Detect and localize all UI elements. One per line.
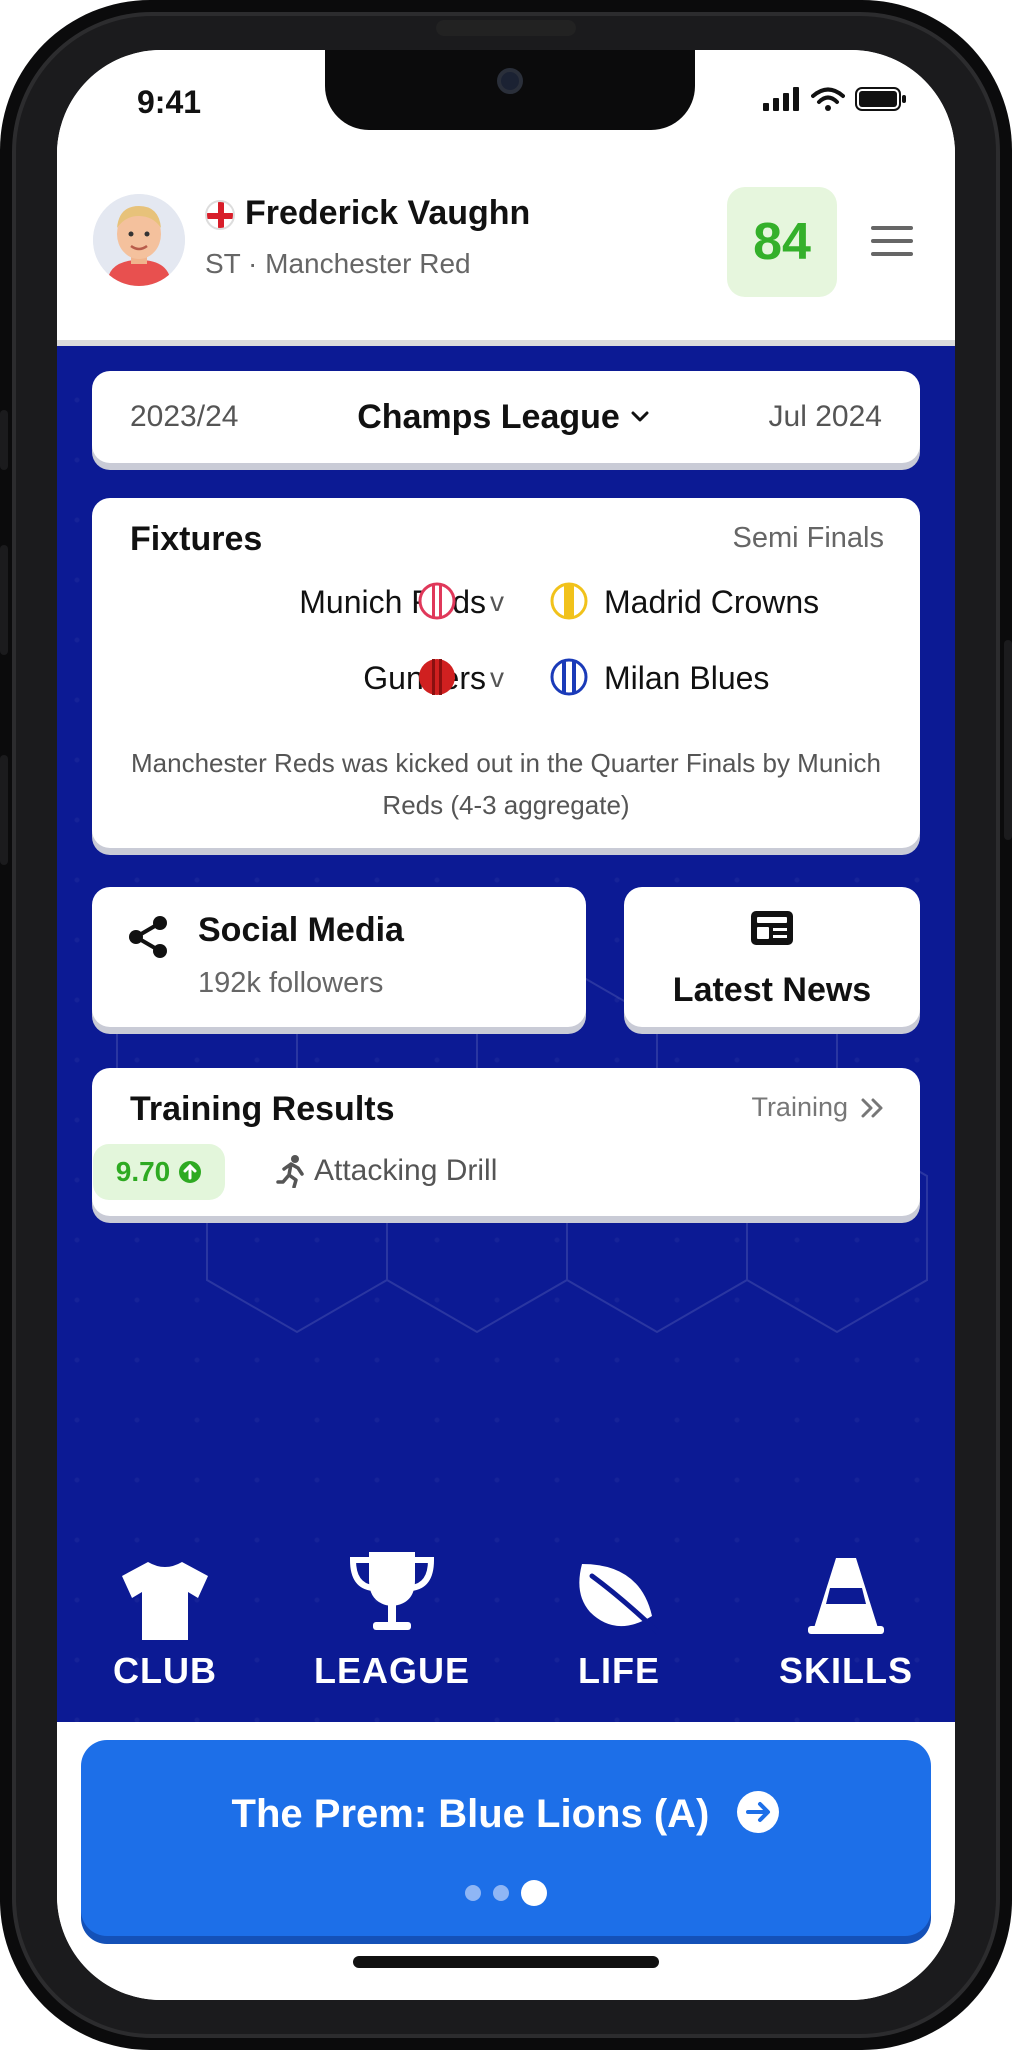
fixture-home-team: Munich Reds	[299, 584, 486, 620]
latest-news-title: Latest News	[672, 971, 872, 1009]
app-screen: 9:41 Frederick Vaughn ST · Manchester Re…	[57, 50, 955, 2000]
carousel-dot[interactable]	[493, 1885, 509, 1901]
training-link-label: Training	[751, 1092, 848, 1122]
nav-skills-label: SKILLS	[778, 1650, 913, 1691]
arrow-up-icon	[179, 1161, 202, 1183]
fixture-away-team: Madrid Crowns	[604, 584, 820, 620]
england-flag-icon	[205, 200, 235, 230]
cone-icon	[808, 1558, 884, 1634]
date-label: Jul 2024	[768, 400, 882, 433]
status-time: 9:41	[137, 84, 202, 120]
carousel-dot[interactable]	[465, 1885, 481, 1901]
nav-club[interactable]: CLUB	[65, 1540, 265, 1700]
front-camera	[497, 68, 523, 94]
fixture-row: Munich Reds v Madrid Crowns	[92, 578, 920, 628]
player-avatar-icon	[93, 194, 185, 286]
fixtures-stage: Semi Finals	[732, 522, 885, 554]
nav-league[interactable]: LEAGUE	[292, 1540, 492, 1700]
running-figure-icon	[276, 1155, 304, 1188]
drill-name: Attacking Drill	[314, 1154, 498, 1187]
madrid-crowns-crest-icon	[550, 582, 588, 620]
overall-rating-badge: 84	[727, 187, 837, 297]
nav-skills[interactable]: SKILLS	[746, 1540, 946, 1700]
earpiece-speaker	[436, 20, 576, 36]
fixture-row: Gunners v Milan Blues	[92, 654, 920, 704]
training-score-badge: 9.70	[93, 1144, 225, 1200]
home-indicator[interactable]	[353, 1956, 659, 1968]
nav-league-label: LEAGUE	[313, 1650, 470, 1691]
camera-notch	[325, 50, 695, 130]
munich-reds-crest-icon	[418, 582, 456, 620]
training-link[interactable]: Training	[751, 1092, 884, 1123]
newspaper-icon	[751, 911, 793, 945]
avatar[interactable]	[93, 194, 185, 286]
competition-label: Champs League	[357, 397, 620, 436]
milan-blues-crest-icon	[550, 658, 588, 696]
chevron-down-icon	[631, 411, 649, 422]
nav-life[interactable]: LIFE	[519, 1540, 719, 1700]
social-media-title: Social Media	[198, 911, 404, 949]
fixture-away-team: Milan Blues	[604, 660, 770, 696]
double-chevron-right-icon	[861, 1098, 883, 1117]
volume-down-button	[0, 755, 8, 865]
drill-info: Attacking Drill	[276, 1154, 497, 1188]
profile-header: 9:41 Frederick Vaughn ST · Manchester Re…	[57, 50, 955, 340]
training-results-title: Training Results	[130, 1090, 395, 1128]
season-label: 2023/24	[130, 400, 239, 433]
power-button	[1004, 640, 1012, 840]
silent-switch	[0, 410, 8, 470]
battery-icon	[855, 87, 906, 111]
player-position-club: ST · Manchester Red	[205, 248, 471, 279]
fixture-versus: v	[490, 586, 504, 617]
signal-icon	[763, 87, 799, 111]
next-match-label: The Prem: Blue Lions (A)	[231, 1792, 710, 1836]
fixtures-title: Fixtures	[130, 520, 263, 558]
nav-club-label: CLUB	[113, 1650, 217, 1691]
competition-dropdown[interactable]: Champs League	[357, 398, 650, 437]
nav-life-label: LIFE	[578, 1650, 660, 1691]
next-match-row: The Prem: Blue Lions (A)	[81, 1791, 931, 1837]
training-score: 9.70	[115, 1156, 171, 1187]
shirt-icon	[122, 1562, 208, 1640]
fixture-versus: v	[490, 662, 504, 693]
next-match-banner[interactable]: The Prem: Blue Lions (A)	[81, 1740, 931, 1936]
volume-up-button	[0, 545, 8, 655]
player-name: Frederick Vaughn	[245, 194, 531, 232]
fixtures-card[interactable]: Fixtures Semi Finals Munich Reds v Madri…	[92, 498, 920, 848]
status-icons	[763, 86, 907, 112]
leaf-icon	[579, 1564, 662, 1637]
carousel-dot-active[interactable]	[521, 1880, 547, 1906]
hamburger-menu-icon[interactable]	[871, 226, 913, 256]
gunners-crest-icon	[418, 658, 456, 696]
knockout-note: Manchester Reds was kicked out in the Qu…	[130, 748, 881, 820]
social-media-card[interactable]: Social Media 192k followers	[92, 887, 586, 1027]
wifi-icon	[811, 87, 845, 111]
carousel-dots	[81, 1880, 931, 1906]
season-bar: 2023/24 Champs League Jul 2024	[92, 371, 920, 463]
followers-count: 192k followers	[198, 967, 384, 999]
latest-news-card[interactable]: Latest News	[624, 887, 920, 1027]
phone-frame: 9:41 Frederick Vaughn ST · Manchester Re…	[0, 0, 1012, 2050]
arrow-right-circle-icon	[737, 1791, 780, 1834]
share-icon	[129, 916, 167, 958]
trophy-icon	[349, 1552, 435, 1630]
